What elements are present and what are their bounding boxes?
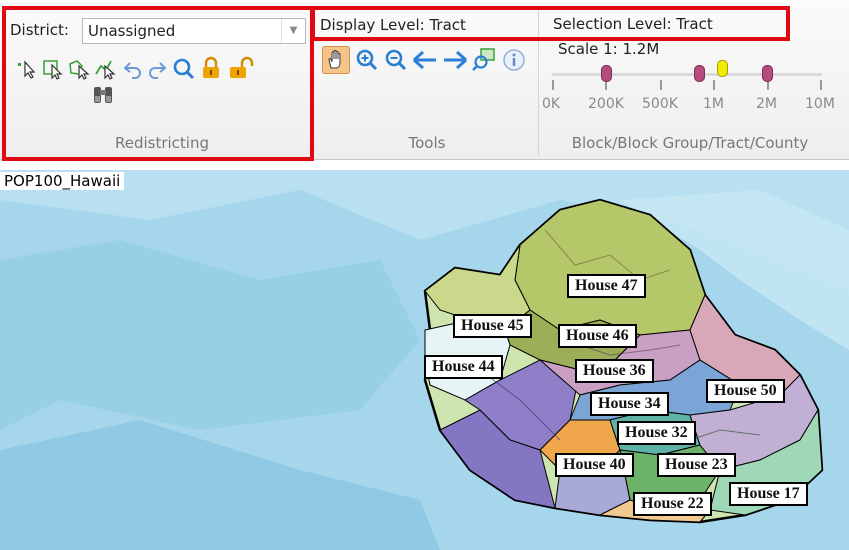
highlight-box-redistricting (2, 6, 314, 161)
district-label-house-22[interactable]: House 22 (633, 492, 712, 516)
district-label-house-47[interactable]: House 47 (567, 274, 646, 298)
district-label-house-32[interactable]: House 32 (617, 421, 696, 445)
district-label-house-40[interactable]: House 40 (555, 453, 634, 477)
district-label-house-17[interactable]: House 17 (729, 482, 808, 506)
slider-tick-label: 200K (588, 96, 624, 112)
slider-thumb-block[interactable] (601, 65, 612, 82)
district-label-house-46[interactable]: House 46 (558, 324, 637, 348)
scale-slider-track[interactable] (552, 73, 822, 76)
slider-tick (820, 80, 822, 90)
slider-tick-label: 2M (756, 96, 777, 112)
district-label-house-23[interactable]: House 23 (657, 453, 736, 477)
slider-tick (660, 80, 662, 90)
slider-tick-label: 1M (703, 96, 724, 112)
slider-tick-label: 0K (542, 96, 561, 112)
district-label-house-44[interactable]: House 44 (424, 355, 503, 379)
zoom-extent-icon[interactable] (472, 47, 498, 73)
zoom-in-icon[interactable] (354, 47, 380, 73)
slider-thumb-blockgroup[interactable] (694, 65, 705, 82)
slider-thumb-county[interactable] (762, 65, 773, 82)
info-icon[interactable] (502, 48, 526, 72)
slider-tick-label: 10M (805, 96, 835, 112)
group-label-tools: Tools (408, 134, 446, 152)
slider-tick-label: 500K (642, 96, 678, 112)
highlight-box-levels (311, 6, 790, 41)
zoom-out-icon[interactable] (383, 47, 409, 73)
slider-thumb-current-scale[interactable] (717, 60, 728, 77)
group-label-levels: Block/Block Group/Tract/County (571, 134, 809, 152)
district-label-house-36[interactable]: House 36 (575, 359, 654, 383)
slider-tick (713, 80, 715, 90)
slider-tick (552, 80, 554, 90)
map-layer-title: POP100_Hawaii (0, 172, 125, 190)
district-label-house-34[interactable]: House 34 (590, 392, 669, 416)
back-arrow-icon[interactable] (412, 49, 438, 71)
pan-hand-icon[interactable] (322, 46, 350, 74)
district-label-house-45[interactable]: House 45 (453, 314, 532, 338)
district-label-house-50[interactable]: House 50 (706, 379, 785, 403)
scale-label: Scale 1: 1.2M (558, 40, 660, 58)
forward-arrow-icon[interactable] (442, 49, 468, 71)
